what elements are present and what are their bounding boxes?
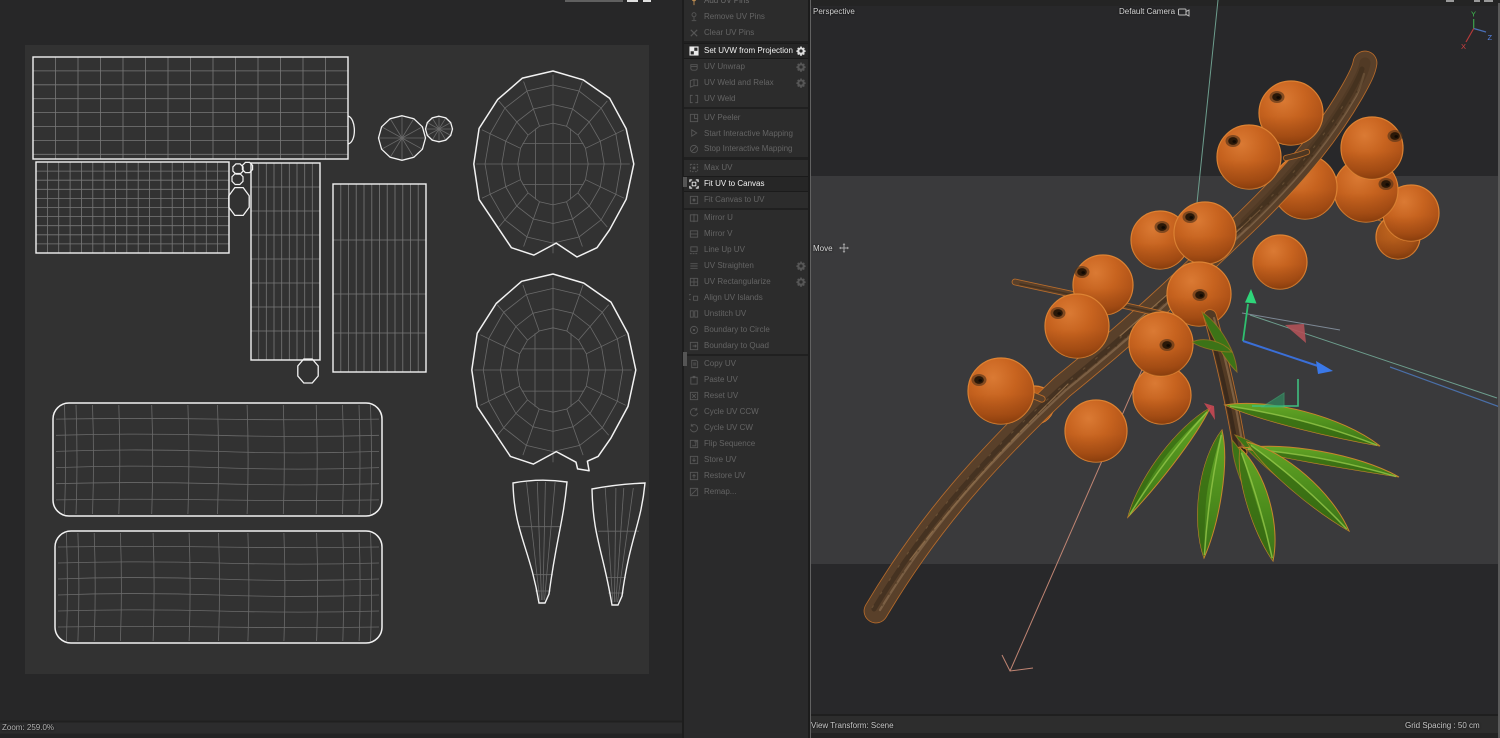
svg-text:X: X <box>1461 42 1466 51</box>
svg-text:Z: Z <box>1488 33 1493 42</box>
svg-text:Y: Y <box>1471 10 1476 19</box>
